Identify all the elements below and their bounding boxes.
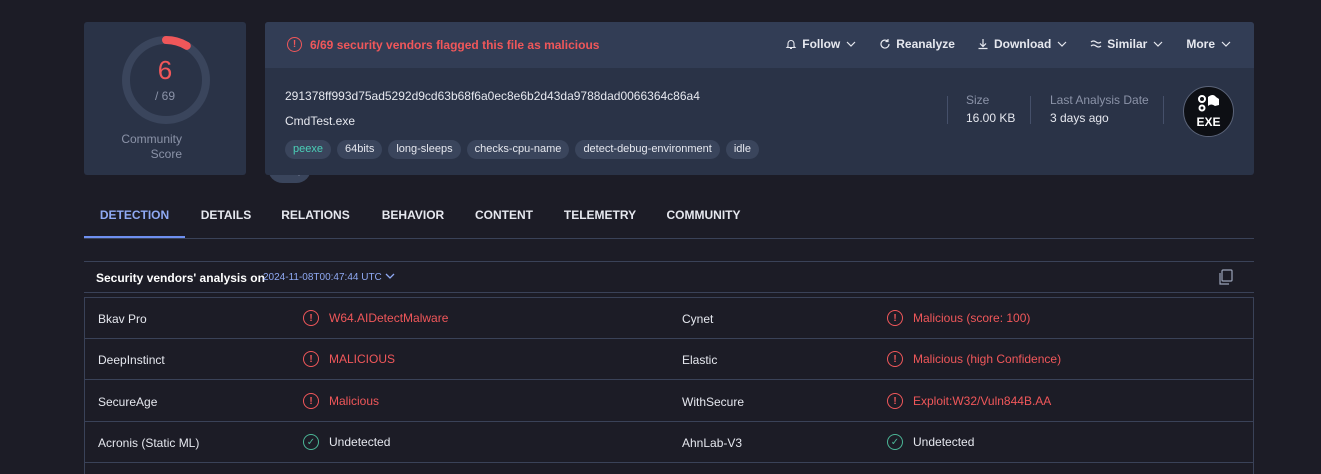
- chevron-down-icon[interactable]: [384, 270, 396, 282]
- tag-idle[interactable]: idle: [725, 140, 759, 159]
- vendor-name: AhnLab-V3: [682, 436, 743, 450]
- file-header-bar: ! 6/69 security vendors flagged this fil…: [265, 22, 1254, 68]
- follow-button[interactable]: Follow: [785, 37, 857, 51]
- tag-checks-cpu-name[interactable]: checks-cpu-name: [466, 140, 570, 159]
- tag-long-sleeps[interactable]: long-sleeps: [388, 140, 461, 159]
- table-row: SecureAge ! Malicious WithSecure ! Explo…: [85, 381, 1253, 422]
- vendor-name: Acronis (Static ML): [98, 436, 200, 450]
- similar-button[interactable]: Similar: [1090, 37, 1164, 51]
- alert-icon: !: [303, 393, 319, 409]
- tab-details[interactable]: DETAILS: [194, 196, 258, 238]
- file-type-text: EXE: [1196, 115, 1221, 129]
- file-actions: Follow Reanalyze Download Similar More: [785, 37, 1232, 51]
- file-name: CmdTest.exe: [285, 114, 356, 128]
- download-icon: [978, 39, 988, 50]
- alert-icon: !: [887, 351, 903, 367]
- file-tags: peexe 64bits long-sleeps checks-cpu-name…: [285, 140, 759, 159]
- alert-icon: !: [303, 351, 319, 367]
- table-row: Bkav Pro ! W64.AIDetectMalware Cynet ! M…: [85, 298, 1253, 339]
- report-tabs: DETECTION DETAILS RELATIONS BEHAVIOR CON…: [84, 196, 1254, 239]
- tab-relations[interactable]: RELATIONS: [276, 196, 355, 238]
- bell-icon: [785, 40, 797, 50]
- tag-peexe[interactable]: peexe: [285, 140, 331, 159]
- vendor-name: SecureAge: [98, 395, 158, 409]
- reanalyze-button[interactable]: Reanalyze: [879, 37, 955, 51]
- malicious-alert: ! 6/69 security vendors flagged this fil…: [287, 37, 599, 52]
- detection-score-total: / 69: [154, 89, 175, 103]
- vendor-result: ! Exploit:W32/Vuln844B.AA: [887, 393, 1051, 409]
- vendors-analysis-title: Security vendors' analysis on: [96, 271, 265, 285]
- check-icon: ✓: [303, 434, 319, 450]
- alert-icon: !: [887, 310, 903, 326]
- exe-gears-icon: [1198, 95, 1219, 112]
- chevron-down-icon: [846, 41, 856, 47]
- tab-behavior[interactable]: BEHAVIOR: [374, 196, 452, 238]
- vendor-result: ✓ Undetected: [887, 434, 974, 450]
- tag-detect-debug-environment[interactable]: detect-debug-environment: [575, 140, 720, 159]
- chevron-down-icon: [1153, 41, 1163, 47]
- analysis-date: 2024-11-08T00:47:44 UTC: [263, 272, 382, 283]
- alert-text: 6/69 security vendors flagged this file …: [310, 37, 600, 52]
- table-row: DeepInstinct ! MALICIOUS Elastic ! Malic…: [85, 339, 1253, 380]
- alert-icon: !: [887, 393, 903, 409]
- more-button[interactable]: More: [1186, 37, 1232, 51]
- vendor-result: ! Malicious (high Confidence): [887, 351, 1061, 367]
- detection-score-count: 6: [157, 55, 173, 85]
- vendor-name: WithSecure: [682, 395, 745, 409]
- file-info-card: ! 6/69 security vendors flagged this fil…: [265, 22, 1254, 175]
- vendor-result: ! Malicious (score: 100): [887, 310, 1030, 326]
- download-button[interactable]: Download: [977, 37, 1068, 51]
- tab-telemetry[interactable]: TELEMETRY: [558, 196, 642, 238]
- refresh-icon: [880, 39, 890, 49]
- meta-divider: [947, 96, 948, 124]
- meta-divider: [1030, 96, 1031, 124]
- vendor-name: Elastic: [682, 353, 718, 367]
- file-hash[interactable]: 291378ff993d75ad5292d9cd63b68f6a0ec8e6b2…: [285, 89, 700, 103]
- last-analysis-label: Last Analysis Date: [1050, 93, 1149, 107]
- vendors-analysis-header: Security vendors' analysis on 2024-11-08…: [84, 261, 1254, 293]
- tab-content[interactable]: CONTENT: [470, 196, 538, 238]
- table-row: Acronis (Static ML) ✓ Undetected AhnLab-…: [85, 422, 1253, 463]
- alert-icon: !: [303, 310, 319, 326]
- vendors-table: Bkav Pro ! W64.AIDetectMalware Cynet ! M…: [84, 297, 1254, 474]
- last-analysis-value: 3 days ago: [1050, 111, 1109, 125]
- community-score-label: Community Score: [121, 132, 182, 161]
- alert-icon: !: [287, 37, 302, 52]
- similar-icon: [1090, 40, 1102, 48]
- copy-icon[interactable]: [1217, 269, 1233, 286]
- tab-detection[interactable]: DETECTION: [84, 196, 185, 238]
- chevron-down-icon: [1057, 41, 1067, 47]
- size-value: 16.00 KB: [966, 111, 1016, 125]
- vendor-name: Bkav Pro: [98, 312, 147, 326]
- vendor-result: ! Malicious: [303, 393, 379, 409]
- vendor-result: ! W64.AIDetectMalware: [303, 310, 448, 326]
- tab-community[interactable]: COMMUNITY: [660, 196, 747, 238]
- vendor-result: ! MALICIOUS: [303, 351, 395, 367]
- file-type-badge: EXE: [1183, 86, 1234, 137]
- meta-divider: [1163, 96, 1164, 124]
- size-label: Size: [966, 93, 990, 107]
- detection-score-card: 6 / 69 Community Score: [84, 22, 311, 183]
- vendor-result: ✓ Undetected: [303, 434, 390, 450]
- check-icon: ✓: [887, 434, 903, 450]
- chevron-down-icon: [1221, 41, 1231, 47]
- vendor-name: Cynet: [682, 312, 714, 326]
- vendor-name: DeepInstinct: [98, 353, 165, 367]
- tag-64bits[interactable]: 64bits: [336, 140, 383, 159]
